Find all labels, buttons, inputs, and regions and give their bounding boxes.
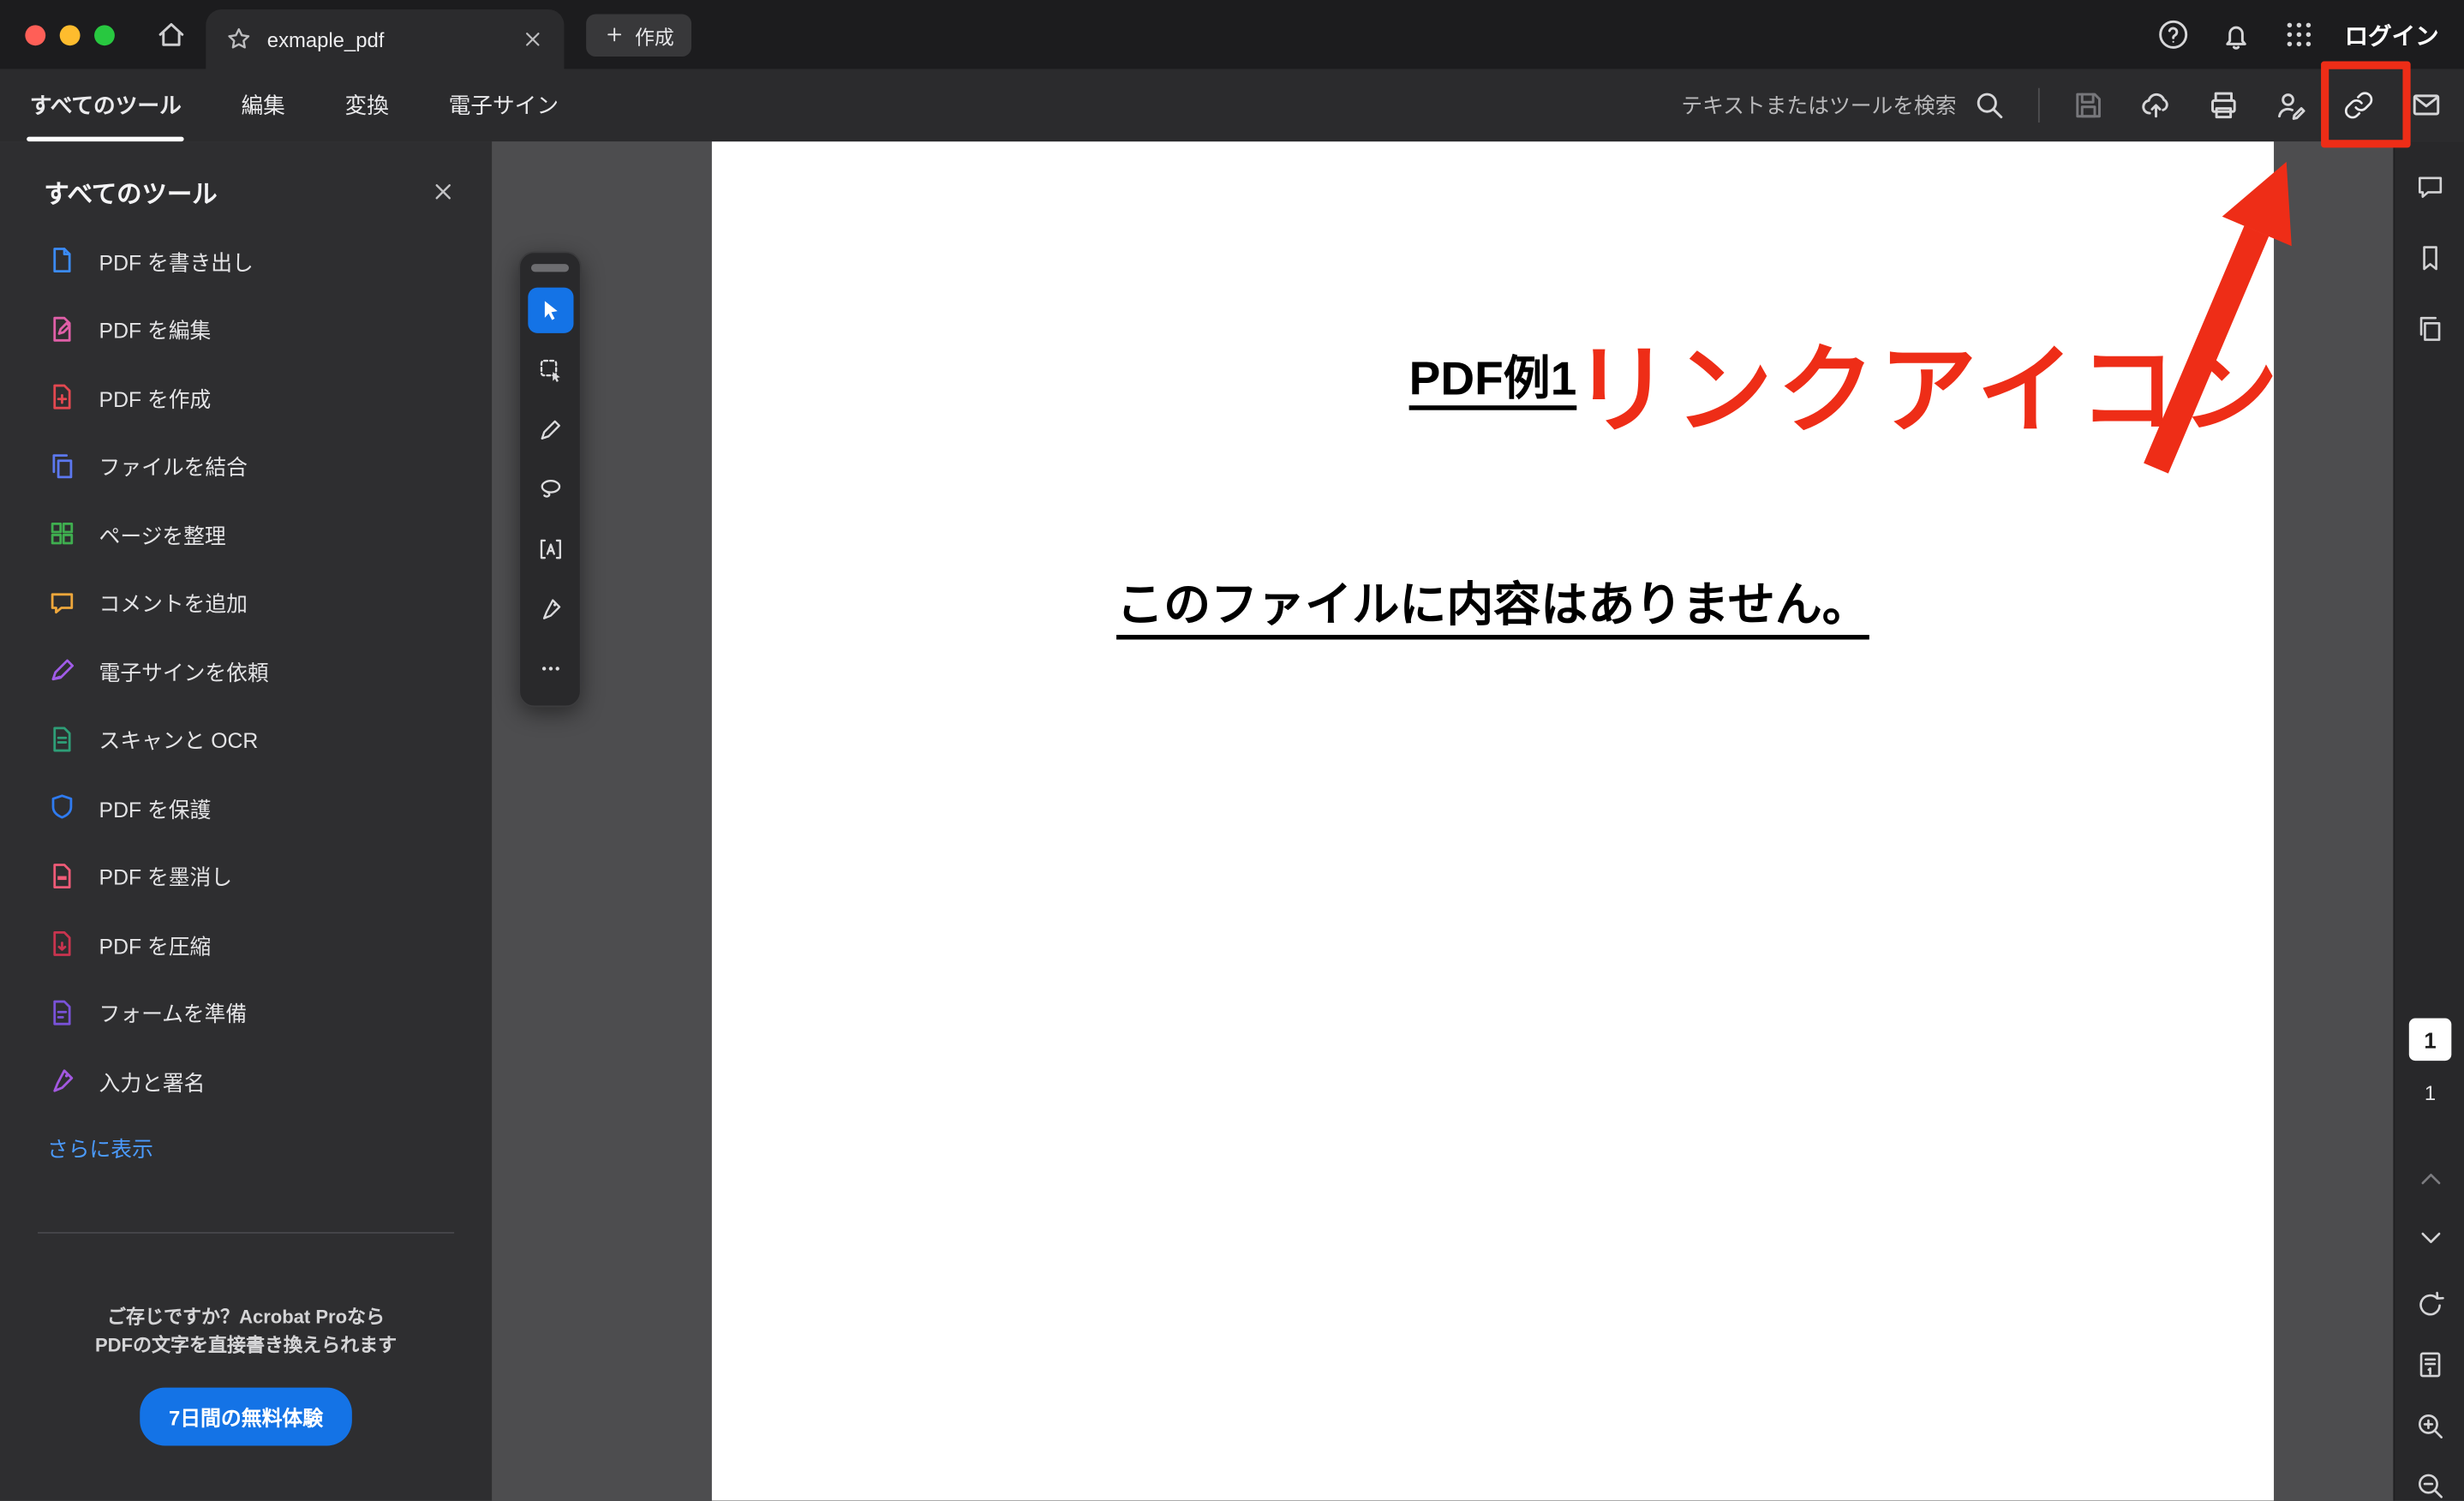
fill-sign-icon [47,1066,77,1096]
organize-pages-icon [47,519,77,549]
redact-pdf-icon [47,861,77,891]
pdf-page-title: PDF例1 [1408,353,1577,406]
page-total-label: 1 [2424,1080,2437,1105]
refresh-icon[interactable] [2412,1285,2449,1323]
chevron-up-icon[interactable] [2412,1160,2449,1198]
all-tools-panel: すべてのツール PDF を書き出し PDF を編集 PDF を作成 ファイルを結… [0,141,493,1501]
chevron-down-icon[interactable] [2412,1217,2449,1255]
comments-panel-icon[interactable] [2411,168,2449,206]
all-tools-panel-header: すべてのツール [0,141,492,226]
zoom-out-icon[interactable] [2412,1466,2449,1501]
main-toolbar: すべてのツール 編集 変換 電子サイン [0,69,2464,142]
bookmarks-panel-icon[interactable] [2411,239,2449,277]
menu-convert[interactable]: 変換 [342,69,392,141]
tool-list: PDF を書き出し PDF を編集 PDF を作成 ファイルを結合 ページを整理… [0,226,492,1115]
promo-line-2: PDFの文字を直接書き換えられます [94,1333,398,1355]
menu-edit[interactable]: 編集 [238,69,289,141]
create-button-label: 作成 [635,26,674,48]
more-tools-button[interactable] [527,646,572,691]
title-bar: exmaple_pdf 作成 ログイン [0,0,2464,69]
minimize-window-button[interactable] [59,24,81,45]
right-panel-rail: 1 1 [2393,141,2464,1501]
compress-pdf-icon [47,929,77,959]
sidebar-item-add-comments[interactable]: コメントを追加 [0,568,492,637]
sidebar-item-fill-sign[interactable]: 入力と署名 [0,1047,492,1115]
prepare-form-icon [47,997,77,1027]
text-select-tool[interactable] [527,526,572,571]
cloud-upload-icon[interactable] [2137,87,2174,124]
favorite-star-icon[interactable] [224,25,253,53]
sidebar-item-combine-files[interactable]: ファイルを結合 [0,431,492,499]
all-tools-panel-title: すべてのツール [44,182,218,209]
tab-close-icon[interactable] [520,27,545,51]
quick-tools-toolbar [518,251,582,708]
page-number-box[interactable]: 1 [2408,1018,2452,1061]
sidebar-item-compress-pdf[interactable]: PDF を圧縮 [0,910,492,978]
menu-all-tools[interactable]: すべてのツール [27,69,186,142]
protect-pdf-icon [47,792,77,822]
document-tab[interactable]: exmaple_pdf [206,9,565,69]
link-icon[interactable] [2340,87,2377,124]
search-icon[interactable] [1971,87,2008,124]
person-edit-icon[interactable] [2272,87,2310,124]
page-display-icon[interactable] [2412,1345,2449,1383]
bell-icon[interactable] [2219,17,2253,51]
login-button[interactable]: ログイン [2345,18,2439,51]
sidebar-item-scan-ocr[interactable]: スキャンと OCR [0,705,492,774]
export-pdf-icon [47,246,77,276]
sidebar-item-prepare-form[interactable]: フォームを準備 [0,978,492,1047]
thumbnails-panel-icon[interactable] [2411,309,2449,347]
sidebar-item-redact-pdf[interactable]: PDF を墨消し [0,841,492,910]
zoom-window-button[interactable] [94,24,115,45]
fill-sign-tool[interactable] [527,586,572,631]
create-pdf-icon [47,382,77,412]
scan-ocr-icon [47,724,77,754]
request-esign-icon [47,655,77,685]
search-field[interactable] [1660,87,2008,124]
pdf-page-body-text: このファイルに内容はありません。 [1116,579,1869,632]
add-comments-icon [47,588,77,618]
sidebar-divider [38,1231,455,1233]
acrobat-pro-promo: ご存じですか？Acrobat Proなら PDFの文字を直接書き換えられます [0,1302,492,1359]
create-button[interactable]: 作成 [586,13,692,57]
titlebar-right-group: ログイン [2156,17,2464,51]
print-icon[interactable] [2204,87,2242,124]
sidebar-item-request-esign[interactable]: 電子サインを依頼 [0,637,492,705]
acrobat-window: exmaple_pdf 作成 ログイン すべてのツール 編集 変換 電子サイン … [0,0,2464,1501]
free-trial-button[interactable]: 7日間の無料体験 [140,1386,352,1445]
help-icon[interactable] [2156,17,2190,51]
sidebar-item-export-pdf[interactable]: PDF を書き出し [0,226,492,295]
plus-icon [603,24,625,46]
search-input[interactable] [1660,93,1957,117]
rail-top-group [2395,141,2464,347]
apps-grid-icon[interactable] [2282,17,2316,51]
menu-esign[interactable]: 電子サイン [446,69,562,141]
close-window-button[interactable] [25,24,46,45]
edit-pdf-icon [47,314,77,344]
window-controls [0,24,137,45]
sidebar-item-protect-pdf[interactable]: PDF を保護 [0,773,492,841]
sidebar-item-create-pdf[interactable]: PDF を作成 [0,363,492,432]
lasso-tool[interactable] [527,467,572,512]
sidebar-item-organize-pages[interactable]: ページを整理 [0,499,492,568]
zoom-in-icon[interactable] [2412,1407,2449,1444]
pdf-page[interactable]: PDF例1 このファイルに内容はありません。 [711,141,2275,1501]
tab-title: exmaple_pdf [266,27,385,51]
draw-tool[interactable] [527,407,572,452]
toolbar-right-group [1660,87,2445,124]
close-panel-icon[interactable] [429,177,458,206]
select-tool[interactable] [527,287,573,333]
promo-line-1: ご存じですか？Acrobat Proなら [107,1305,386,1327]
combine-files-icon [47,451,77,481]
save-icon[interactable] [2070,87,2108,124]
show-more-link[interactable]: さらに表示 [0,1115,492,1177]
home-icon[interactable] [153,15,190,53]
toolbar-divider [2037,87,2040,123]
toolbar-drag-handle[interactable] [530,264,569,272]
document-canvas[interactable]: PDF例1 このファイルに内容はありません。 [492,141,2394,1501]
select-object-tool[interactable] [527,347,572,392]
sidebar-item-edit-pdf[interactable]: PDF を編集 [0,295,492,363]
mail-icon[interactable] [2407,87,2445,124]
